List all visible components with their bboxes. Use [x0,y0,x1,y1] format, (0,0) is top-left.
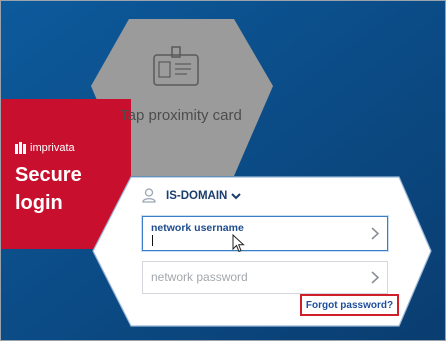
chevron-right-icon[interactable] [371,227,379,240]
password-placeholder: network password [151,270,248,284]
user-icon [142,188,156,203]
secure-login-title: Secure login [15,164,82,214]
username-label: network username [151,222,244,234]
password-field[interactable]: network password [142,261,388,294]
mouse-pointer-icon [232,234,245,253]
imprivata-logo: imprivata [15,139,115,157]
domain-name: IS-DOMAIN [166,190,228,202]
brand-name: imprivata [30,142,75,154]
login-screen: Tap proximity card imprivata Secure logi… [0,0,446,341]
imprivata-logo-icon [15,142,26,154]
tap-proximity-card-label[interactable]: Tap proximity card [101,105,261,127]
username-field[interactable]: network username [142,216,388,251]
chevron-right-icon[interactable] [371,271,379,284]
domain-selector[interactable]: IS-DOMAIN [166,188,242,204]
text-caret [152,235,153,246]
chevron-down-icon [231,193,242,200]
forgot-password-highlight: Forgot password? [300,294,399,316]
badge-card-icon [153,46,199,86]
forgot-password-link[interactable]: Forgot password? [306,300,393,311]
